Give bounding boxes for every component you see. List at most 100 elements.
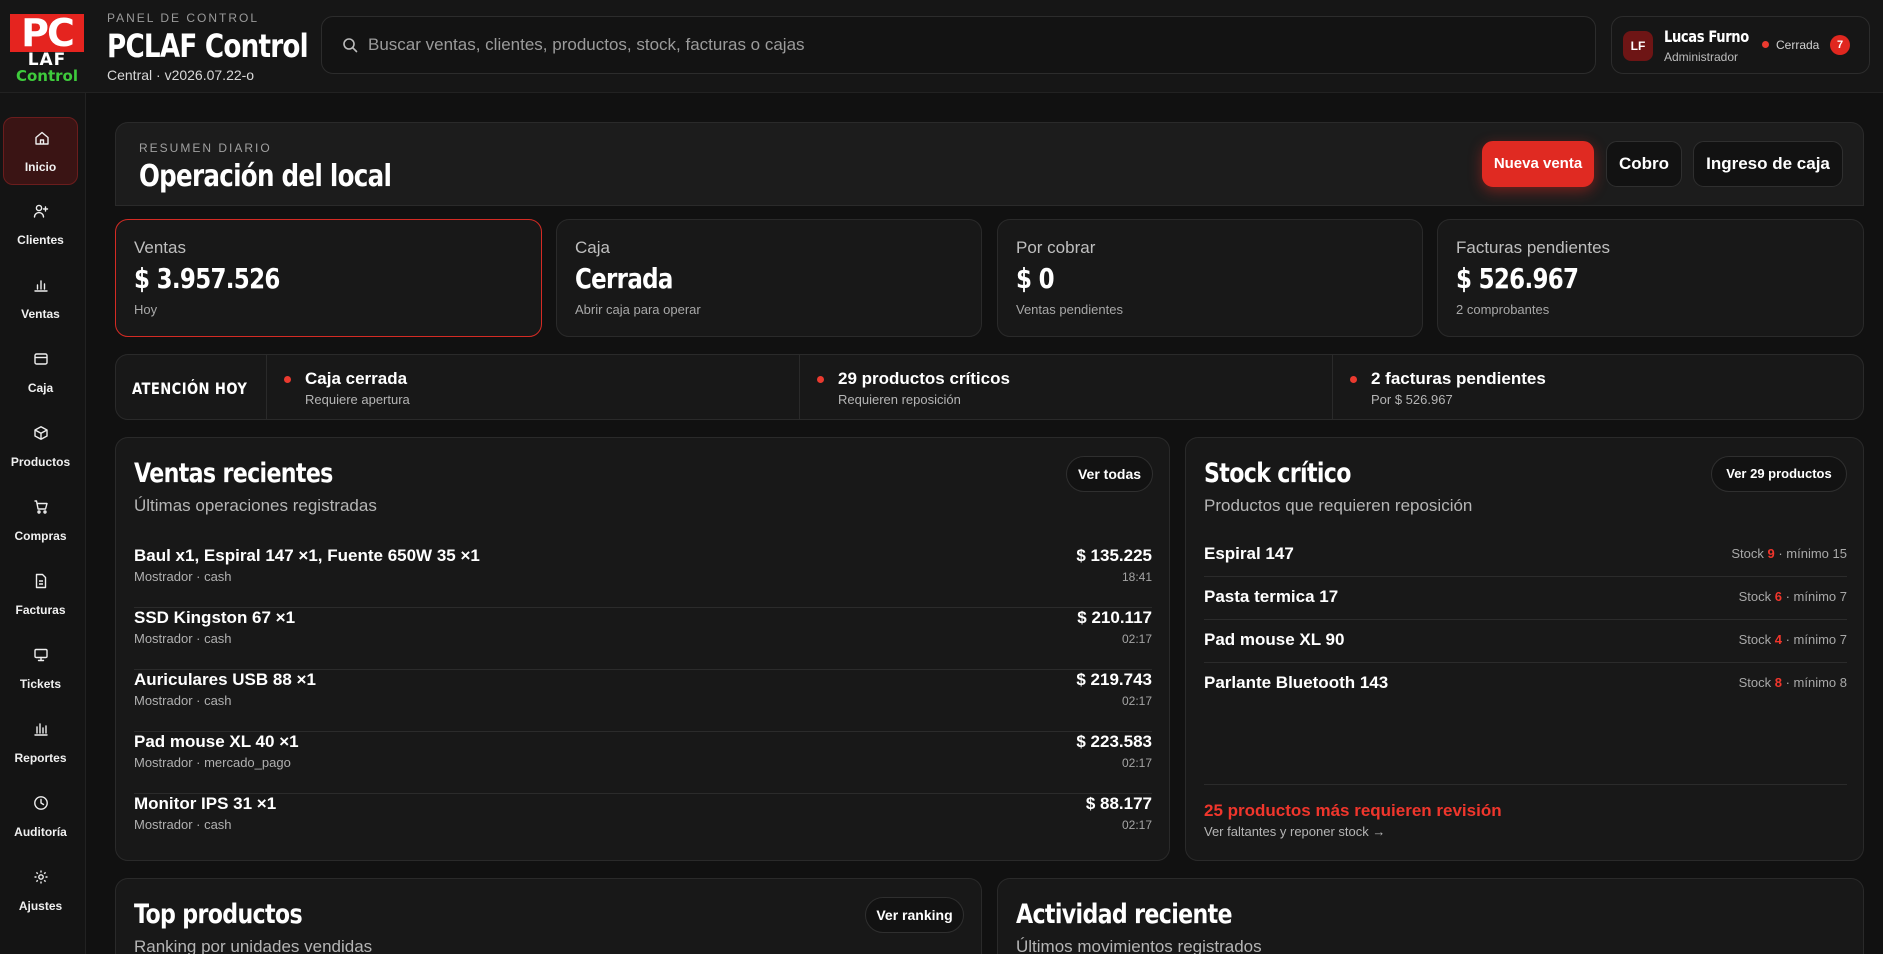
attention-item[interactable]: Caja cerrada Requiere apertura <box>267 355 800 419</box>
panel-title: Ventas recientes <box>134 458 333 489</box>
cash-status-label: Cerrada <box>1776 38 1820 52</box>
stock-count: 4 <box>1774 632 1782 647</box>
stat-card-pending-invoices[interactable]: Facturas pendientes $ 526.967 2 comproba… <box>1437 219 1864 337</box>
product-name: Parlante Bluetooth 143 <box>1204 673 1389 692</box>
sidebar-item-facturas[interactable]: Facturas <box>3 561 78 629</box>
clock-icon <box>34 796 48 810</box>
stock-info: Stock 8 · mínimo 8 <box>1738 675 1847 690</box>
attention-item[interactable]: 2 facturas pendientes Por $ 526.967 <box>1333 355 1863 419</box>
table-row[interactable]: Auriculares USB 88 ×1 Mostrador · cash $… <box>134 670 1152 732</box>
sidebar-item-label: Auditoría <box>14 825 67 839</box>
view-ranking-button[interactable]: Ver ranking <box>865 897 964 933</box>
stock-info: Stock 9 · mínimo 15 <box>1731 546 1847 561</box>
stock-warning: 25 productos más requieren revisión <box>1204 801 1502 820</box>
sale-time: 02:17 <box>1121 632 1152 646</box>
sale-amount: $ 219.743 <box>1076 670 1152 689</box>
sidebar-item-compras[interactable]: Compras <box>3 487 78 555</box>
stat-label: Facturas pendientes <box>1456 238 1611 257</box>
table-row[interactable]: Monitor IPS 31 ×1 Mostrador · cash $ 88.… <box>134 794 1152 856</box>
user-name: Lucas Furno <box>1664 27 1749 46</box>
stock-min: 15 <box>1832 546 1847 561</box>
stat-label: Ventas <box>134 238 186 257</box>
stat-card-receivables[interactable]: Por cobrar $ 0 Ventas pendientes <box>997 219 1423 337</box>
table-row[interactable]: Pad mouse XL 40 ×1 Mostrador · mercado_p… <box>134 732 1152 794</box>
sale-items: Pad mouse XL 40 ×1 <box>134 732 299 751</box>
cash-register-icon <box>34 353 48 365</box>
new-sale-button[interactable]: Nueva venta <box>1482 141 1594 187</box>
sale-meta: Mostrador · cash <box>134 631 232 646</box>
sidebar-item-ventas[interactable]: Ventas <box>3 265 78 333</box>
restock-link[interactable]: Ver faltantes y reponer stock → <box>1204 824 1385 839</box>
attention-header: ATENCIÓN HOY <box>116 355 267 419</box>
attention-title: ATENCIÓN HOY <box>132 379 248 398</box>
sidebar-item-label: Facturas <box>15 603 66 617</box>
page-title: Operación del local <box>139 159 392 194</box>
search-bar[interactable] <box>321 16 1596 74</box>
sale-meta: Mostrador · mercado_pago <box>134 755 291 770</box>
sidebar-item-productos[interactable]: Productos <box>3 413 78 481</box>
table-row[interactable]: Baul x1, Espiral 147 ×1, Fuente 650W 35 … <box>134 546 1152 608</box>
sale-items: Monitor IPS 31 ×1 <box>134 794 277 813</box>
sidebar: Inicio Clientes Ventas Caja Productos Co… <box>0 93 86 954</box>
logo-control: Control <box>15 67 78 85</box>
sidebar-item-ajustes[interactable]: Ajustes <box>3 857 78 925</box>
sidebar-item-reportes[interactable]: Reportes <box>3 709 78 777</box>
sidebar-item-label: Inicio <box>24 160 57 174</box>
top-bar: PC LAF Control PANEL DE CONTROL PCLAF Co… <box>0 0 1883 93</box>
home-icon <box>35 131 49 145</box>
stock-info: Stock 6 · mínimo 7 <box>1738 589 1847 604</box>
stat-value: $ 0 <box>1016 262 1055 295</box>
sale-time: 18:41 <box>1121 570 1152 584</box>
stat-sub: Abrir caja para operar <box>575 302 701 317</box>
attention-item-title: Caja cerrada <box>305 369 408 388</box>
attention-item[interactable]: 29 productos críticos Requieren reposici… <box>800 355 1333 419</box>
product-name: Espiral 147 <box>1204 544 1294 563</box>
sale-items: Baul x1, Espiral 147 ×1, Fuente 650W 35 … <box>134 546 480 565</box>
sidebar-item-tickets[interactable]: Tickets <box>3 635 78 703</box>
view-all-sales-button[interactable]: Ver todas <box>1066 456 1153 492</box>
cash-in-button[interactable]: Ingreso de caja <box>1693 141 1843 187</box>
section-kicker: RESUMEN DIARIO <box>139 141 272 155</box>
list-item[interactable]: Parlante Bluetooth 143 Stock 8 · mínimo … <box>1204 663 1847 706</box>
sale-time: 02:17 <box>1121 818 1152 832</box>
document-icon <box>35 573 47 589</box>
cash-status: Cerrada <box>1762 38 1819 52</box>
stock-info: Stock 4 · mínimo 7 <box>1738 632 1847 647</box>
daily-summary-header: RESUMEN DIARIO Operación del local <box>115 122 1864 206</box>
sidebar-item-inicio[interactable]: Inicio <box>3 117 78 185</box>
sidebar-item-auditoria[interactable]: Auditoría <box>3 783 78 851</box>
panel-title: Stock crítico <box>1204 458 1351 489</box>
sale-amount: $ 223.583 <box>1076 732 1152 751</box>
stat-card-sales[interactable]: Ventas $ 3.957.526 Hoy <box>115 219 542 337</box>
panel-title: Top productos <box>134 899 303 930</box>
sidebar-item-label: Tickets <box>19 677 62 691</box>
app-logo[interactable]: PC LAF Control <box>10 14 84 86</box>
sale-items: Auriculares USB 88 ×1 <box>134 670 316 689</box>
app-version: Central · v2026.07.22-o <box>107 67 255 83</box>
stock-count: 6 <box>1774 589 1782 604</box>
search-input[interactable] <box>368 17 1568 73</box>
user-role: Administrador <box>1664 50 1739 64</box>
sale-meta: Mostrador · cash <box>134 569 232 584</box>
stat-value: Cerrada <box>575 262 673 295</box>
attention-strip: ATENCIÓN HOY Caja cerrada Requiere apert… <box>115 354 1864 420</box>
charge-button[interactable]: Cobro <box>1606 141 1682 187</box>
stock-min: 8 <box>1839 675 1847 690</box>
cart-icon <box>34 500 48 514</box>
view-critical-products-button[interactable]: Ver 29 productos <box>1711 456 1847 492</box>
panel-title: Actividad reciente <box>1016 899 1233 930</box>
recent-sales-panel: Ventas recientes Últimas operaciones reg… <box>115 437 1170 861</box>
notification-badge[interactable]: 7 <box>1830 35 1850 55</box>
search-icon <box>343 38 358 53</box>
sidebar-item-caja[interactable]: Caja <box>3 339 78 407</box>
stat-card-cash[interactable]: Caja Cerrada Abrir caja para operar <box>556 219 982 337</box>
critical-stock-panel: Stock crítico Productos que requieren re… <box>1185 437 1864 861</box>
list-item[interactable]: Espiral 147 Stock 9 · mínimo 15 <box>1204 534 1847 577</box>
sidebar-item-clientes[interactable]: Clientes <box>3 191 78 259</box>
list-item[interactable]: Pasta termica 17 Stock 6 · mínimo 7 <box>1204 577 1847 620</box>
table-row[interactable]: SSD Kingston 67 ×1 Mostrador · cash $ 21… <box>134 608 1152 670</box>
list-item[interactable]: Pad mouse XL 90 Stock 4 · mínimo 7 <box>1204 620 1847 663</box>
stat-sub: Hoy <box>134 302 158 317</box>
alert-dot-icon <box>284 376 291 383</box>
sale-time: 02:17 <box>1121 756 1152 770</box>
